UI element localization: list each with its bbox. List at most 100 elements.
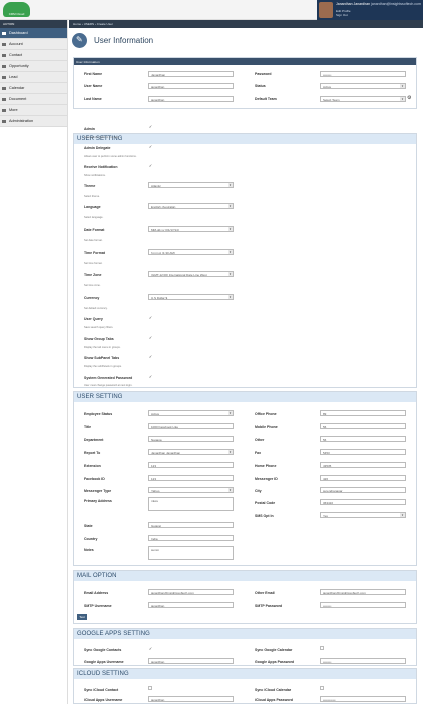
sidebar-item-account[interactable]: Account bbox=[0, 39, 67, 50]
icloud-password-field[interactable]: •••••••••••• bbox=[320, 696, 406, 702]
sidebar: ACTION Dashboard Account Contact Opportu… bbox=[0, 20, 68, 704]
extension-field[interactable]: 123 bbox=[148, 462, 234, 468]
receive-notification-checkbox[interactable]: ✓ bbox=[148, 163, 153, 168]
sync-icloud-contact-checkbox[interactable] bbox=[148, 686, 152, 690]
sidebar-item-dashboard[interactable]: Dashboard bbox=[0, 28, 67, 39]
messenger-id-field[interactable]: 426 bbox=[320, 475, 406, 481]
smtp-password-field[interactable]: •••••••• bbox=[320, 602, 406, 608]
report-to-label: Report To bbox=[84, 451, 101, 455]
show-group-tabs-checkbox[interactable]: ✓ bbox=[148, 335, 153, 340]
sidebar-item-administration[interactable]: Administration bbox=[0, 116, 67, 127]
show-subpanel-tabs-checkbox[interactable]: ✓ bbox=[148, 354, 153, 359]
default-team-select[interactable]: Select Team bbox=[320, 96, 406, 102]
admin-delegate-checkbox[interactable]: ✓ bbox=[148, 144, 153, 149]
google-password-label: Google Apps Password bbox=[255, 660, 295, 664]
sidebar-item-lead[interactable]: Lead bbox=[0, 72, 67, 83]
last-name-label: Last Name bbox=[84, 97, 102, 101]
sidebar-item-label: Calendar bbox=[9, 86, 25, 90]
test-button[interactable]: Test bbox=[77, 614, 87, 620]
google-password-field[interactable]: •••••••• bbox=[320, 658, 406, 664]
theme-label: Theme bbox=[84, 184, 96, 188]
office-phone-field[interactable]: 89 bbox=[320, 410, 406, 416]
sync-google-calendar-checkbox[interactable] bbox=[320, 646, 324, 650]
date-format-select[interactable]: MM-dd-yy (01/17/14) bbox=[148, 226, 234, 232]
system-generated-password-checkbox[interactable]: ✓ bbox=[148, 374, 153, 379]
status-select[interactable]: Active bbox=[320, 83, 406, 89]
admin-checkbox[interactable]: ✓ bbox=[148, 124, 153, 129]
primary-address-label: Primary Address bbox=[84, 499, 112, 503]
time-format-select[interactable]: h:mm A (1:30 AM) bbox=[148, 249, 234, 255]
sync-google-contacts-checkbox[interactable]: ✓ bbox=[148, 646, 153, 651]
messenger-id-label: Messenger ID bbox=[255, 477, 278, 481]
sidebar-item-label: Administration bbox=[9, 119, 34, 123]
sync-icloud-calendar-checkbox[interactable] bbox=[320, 686, 324, 690]
sidebar-item-opportunity[interactable]: Opportunity bbox=[0, 61, 67, 72]
notes-textarea[interactable]: summ bbox=[148, 546, 234, 560]
sidebar-item-calendar[interactable]: Calendar bbox=[0, 83, 67, 94]
employee-status-select[interactable]: Active bbox=[148, 410, 234, 416]
password-field[interactable]: •••••••• bbox=[320, 71, 406, 77]
city-field[interactable]: surendranagar bbox=[320, 487, 406, 493]
sidebar-item-document[interactable]: Document bbox=[0, 94, 67, 105]
first-name-field[interactable]: Janardhan bbox=[148, 71, 234, 77]
time-format-label: Time Format bbox=[84, 251, 105, 255]
gear-icon[interactable]: ⚙ bbox=[407, 95, 411, 101]
sign-out-link[interactable]: Sign Out bbox=[336, 13, 351, 17]
system-generated-password-label: System Generated Password bbox=[84, 376, 133, 380]
default-team-label: Default Team bbox=[255, 97, 277, 101]
postal-code-field[interactable]: 363410 bbox=[320, 499, 406, 505]
language-hint: Select language. bbox=[84, 216, 104, 219]
admin-label: Admin bbox=[84, 127, 95, 131]
top-bar: CRM Cloud Janardhan Janardhan janardhan@… bbox=[0, 0, 423, 20]
sidebar-item-more[interactable]: More bbox=[0, 105, 67, 116]
icloud-password-label: iCloud Apps Password bbox=[255, 698, 293, 702]
state-field[interactable]: Gujarat bbox=[148, 522, 234, 528]
report-to-select[interactable]: Janardhan Janardhan bbox=[148, 449, 234, 455]
facebook-id-label: Facebook ID bbox=[84, 477, 105, 481]
facebook-id-field[interactable]: 123 bbox=[148, 475, 234, 481]
opportunity-icon bbox=[2, 64, 6, 68]
user-query-label: User Query bbox=[84, 317, 103, 321]
sidebar-item-contact[interactable]: Contact bbox=[0, 50, 67, 61]
email-address-field[interactable]: janardhan@insightssoftech.com bbox=[148, 589, 234, 595]
home-phone-field[interactable]: 43535 bbox=[320, 462, 406, 468]
icloud-username-field[interactable]: janardhan bbox=[148, 696, 234, 702]
app-logo[interactable]: CRM Cloud bbox=[3, 2, 30, 17]
profile-panel[interactable]: Janardhan Janardhan janardhan@insightsso… bbox=[317, 0, 423, 20]
account-icon bbox=[2, 42, 6, 46]
breadcrumb-users[interactable]: USERS bbox=[84, 22, 94, 26]
currency-select[interactable]: U.S Dollar $ bbox=[148, 294, 234, 300]
google-username-field[interactable]: janardhan bbox=[148, 658, 234, 664]
admin-delegate-hint: Allows user to perform some admin functi… bbox=[84, 155, 137, 158]
sms-opt-in-select[interactable]: Yes bbox=[320, 512, 406, 518]
country-field[interactable]: India bbox=[148, 535, 234, 541]
mobile-phone-field[interactable]: 56 bbox=[320, 423, 406, 429]
google-username-label: Google Apps Username bbox=[84, 660, 124, 664]
messenger-type-select[interactable]: Yahoo bbox=[148, 487, 234, 493]
smtp-password-label: SMTP Password bbox=[255, 604, 283, 608]
theme-select[interactable]: Atlantic bbox=[148, 182, 234, 188]
admin-hint: Grant admin rights to this user. bbox=[84, 136, 120, 139]
breadcrumb-home[interactable]: Home bbox=[73, 22, 81, 26]
avatar[interactable] bbox=[319, 2, 333, 18]
smtp-username-field[interactable]: janardhan bbox=[148, 602, 234, 608]
other-email-field[interactable]: janardhan@insightssoftech.com bbox=[320, 589, 406, 595]
primary-address-textarea[interactable]: mksv bbox=[148, 497, 234, 511]
show-group-tabs-hint: Display the tab menu in groups. bbox=[84, 346, 121, 349]
language-select[interactable]: English (Australia) bbox=[148, 203, 234, 209]
sync-icloud-contact-label: Sync iCloud Contact bbox=[84, 688, 119, 692]
title-field[interactable]: 1000 Facebook Like bbox=[148, 423, 234, 429]
user-query-checkbox[interactable]: ✓ bbox=[148, 315, 153, 320]
country-label: Country bbox=[84, 537, 98, 541]
email-address-label: Email Address bbox=[84, 591, 109, 595]
breadcrumb: Home › USERS › Create User bbox=[69, 20, 423, 28]
department-field[interactable]: Nagaga bbox=[148, 436, 234, 442]
time-zone-select[interactable]: (GMT-12:00) International Date Line West bbox=[148, 271, 234, 277]
fax-field[interactable]: 5453 bbox=[320, 449, 406, 455]
sidebar-item-label: Opportunity bbox=[9, 64, 29, 68]
user-name-field[interactable]: janardhan bbox=[148, 83, 234, 89]
other-phone-field[interactable]: 56 bbox=[320, 436, 406, 442]
section-header: MAIL OPTION bbox=[74, 571, 416, 581]
department-label: Department bbox=[84, 438, 104, 442]
last-name-field[interactable]: janardhan bbox=[148, 96, 234, 102]
